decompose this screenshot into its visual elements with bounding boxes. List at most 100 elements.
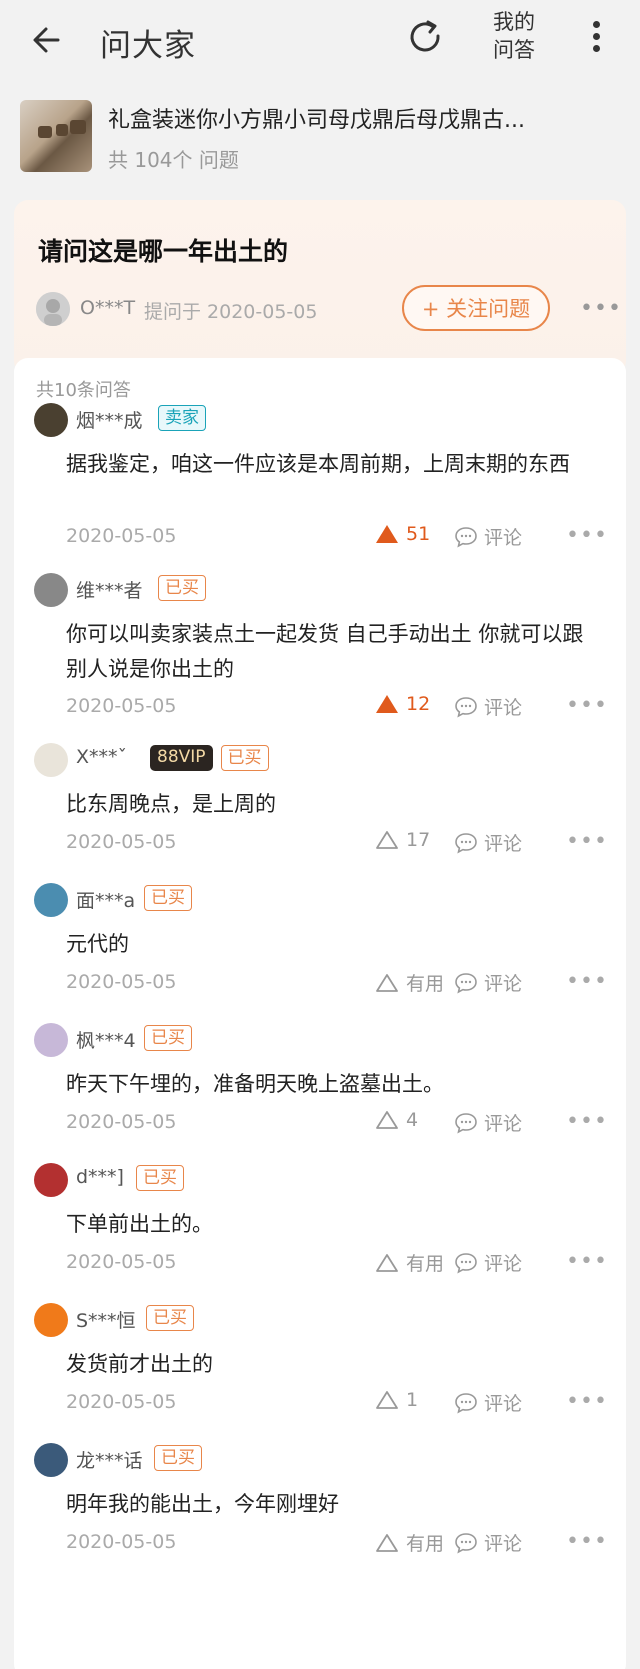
comment-button[interactable]: 评论 (454, 523, 522, 550)
upvote-button[interactable]: 17 (374, 829, 430, 851)
vip-badge: 88VIP (150, 745, 213, 771)
upvote-button[interactable]: 有用 (374, 969, 444, 996)
bought-badge: 已买 (146, 1305, 194, 1331)
upvote-count: 1 (406, 1389, 419, 1411)
asked-date: 提问于 2020-05-05 (144, 301, 318, 323)
upvote-button[interactable]: 有用 (374, 1249, 444, 1276)
comment-button[interactable]: 评论 (454, 1109, 522, 1136)
upvote-button[interactable]: 51 (374, 523, 430, 545)
upvote-count: 有用 (406, 1533, 445, 1555)
user-avatar[interactable] (34, 883, 68, 917)
upvote-button[interactable]: 4 (374, 1109, 418, 1131)
upvote-button[interactable]: 有用 (374, 1529, 444, 1556)
answer-item: 面***a 已买 元代的 2020-05-05 有用 评论 ••• (14, 883, 626, 1023)
page-title: 问大家 (100, 28, 196, 64)
follow-question-button[interactable]: + 关注问题 (402, 285, 550, 331)
comment-label: 评论 (484, 973, 523, 995)
answer-username: d***] (76, 1166, 124, 1188)
answers-list: 共10条问答 烟***成 卖家 据我鉴定，咱这一件应该是本周前期，上周末期的东西… (14, 358, 626, 1669)
upvote-triangle-icon (374, 829, 400, 851)
user-badges: 已买 (154, 1445, 202, 1471)
question-title: 请问这是哪一年出土的 (38, 237, 289, 266)
answer-more-icon[interactable]: ••• (566, 829, 608, 854)
answer-date: 2020-05-05 (66, 971, 177, 993)
answer-more-icon[interactable]: ••• (566, 969, 608, 994)
answer-meta: 2020-05-05 有用 评论 ••• (14, 1529, 626, 1559)
bought-badge: 已买 (136, 1165, 184, 1191)
answer-more-icon[interactable]: ••• (566, 1529, 608, 1554)
user-avatar[interactable] (34, 1023, 68, 1057)
user-badges: 已买 (144, 1025, 192, 1051)
answer-item: 烟***成 卖家 据我鉴定，咱这一件应该是本周前期，上周末期的东西 2020-0… (14, 403, 626, 573)
user-avatar[interactable] (34, 1443, 68, 1477)
comment-bubble-icon (454, 972, 478, 994)
user-badges: 卖家 (158, 405, 206, 431)
upvote-button[interactable]: 1 (374, 1389, 418, 1411)
user-badges: 已买 (158, 575, 206, 601)
comment-label: 评论 (484, 833, 523, 855)
bought-badge: 已买 (220, 745, 269, 771)
answer-more-icon[interactable]: ••• (566, 693, 608, 718)
my-qa-label-line2: 问答 (493, 38, 535, 62)
comment-bubble-icon (454, 1392, 478, 1414)
user-badges: 已买 (136, 1165, 184, 1191)
answer-text: 比东周晚点，是上周的 (66, 792, 276, 816)
comment-button[interactable]: 评论 (454, 969, 522, 996)
answer-more-icon[interactable]: ••• (566, 523, 608, 548)
upvote-count: 51 (406, 523, 431, 545)
user-avatar[interactable] (34, 1163, 68, 1197)
answer-item: 枫***4 已买 昨天下午埋的，准备明天晚上盗墓出土。 2020-05-05 4… (14, 1023, 626, 1163)
comment-bubble-icon (454, 696, 478, 718)
back-arrow-icon[interactable] (28, 18, 72, 62)
answer-more-icon[interactable]: ••• (566, 1249, 608, 1274)
bought-badge: 已买 (158, 575, 206, 601)
user-avatar[interactable] (34, 573, 68, 607)
answer-text: 你可以叫卖家装点土一起发货 自己手动出土 你就可以跟别人说是你出土的 (66, 622, 584, 681)
asker-avatar (36, 292, 70, 326)
comment-bubble-icon (454, 1532, 478, 1554)
user-avatar[interactable] (34, 743, 68, 777)
answers-count: 共10条问答 (36, 380, 131, 401)
upvote-triangle-icon (374, 693, 400, 715)
answer-meta: 2020-05-05 有用 评论 ••• (14, 1249, 626, 1279)
upvote-count: 有用 (406, 1253, 445, 1275)
top-bar: 问大家 我的 问答 (0, 0, 640, 80)
upvote-triangle-icon (374, 523, 400, 545)
upvote-count: 12 (406, 693, 431, 715)
comment-label: 评论 (484, 1253, 523, 1275)
answer-username: 烟***成 (76, 410, 143, 432)
upvote-count: 有用 (406, 973, 445, 995)
answer-text: 下单前出土的。 (66, 1212, 213, 1236)
question-card: 请问这是哪一年出土的 O***T 提问于 2020-05-05 + 关注问题 •… (14, 200, 626, 375)
answer-meta: 2020-05-05 有用 评论 ••• (14, 969, 626, 999)
bought-badge: 已买 (144, 885, 192, 911)
user-avatar[interactable] (34, 403, 68, 437)
upvote-triangle-icon (374, 1109, 400, 1131)
answer-more-icon[interactable]: ••• (566, 1389, 608, 1414)
upvote-button[interactable]: 12 (374, 693, 430, 715)
more-menu-icon[interactable] (584, 16, 608, 60)
comment-button[interactable]: 评论 (454, 1249, 522, 1276)
product-summary[interactable]: 礼盒装迷你小方鼎小司母戊鼎后母戊鼎古... 共 104个 问题 (20, 100, 620, 175)
comment-button[interactable]: 评论 (454, 1389, 522, 1416)
comment-bubble-icon (454, 1252, 478, 1274)
question-count: 共 104个 问题 (108, 148, 239, 172)
answer-more-icon[interactable]: ••• (566, 1109, 608, 1134)
answer-date: 2020-05-05 (66, 1531, 177, 1553)
comment-button[interactable]: 评论 (454, 693, 522, 720)
answer-text: 据我鉴定，咱这一件应该是本周前期，上周末期的东西 (66, 452, 570, 476)
comment-button[interactable]: 评论 (454, 829, 522, 856)
answer-date: 2020-05-05 (66, 525, 177, 547)
user-avatar[interactable] (34, 1303, 68, 1337)
comment-button[interactable]: 评论 (454, 1529, 522, 1556)
refresh-icon[interactable] (404, 16, 448, 60)
upvote-triangle-icon (374, 972, 400, 994)
answer-username: 面***a (76, 890, 136, 912)
question-more-icon[interactable]: ••• (580, 296, 622, 321)
answer-meta: 2020-05-05 17 评论 ••• (14, 829, 626, 859)
answer-item: S***恒 已买 发货前才出土的 2020-05-05 1 评论 ••• (14, 1303, 626, 1443)
answer-text: 昨天下午埋的，准备明天晚上盗墓出土。 (66, 1072, 444, 1096)
answer-text: 明年我的能出土，今年刚埋好 (66, 1492, 339, 1516)
my-qa-button[interactable]: 我的 问答 (484, 8, 544, 64)
answer-date: 2020-05-05 (66, 1251, 177, 1273)
